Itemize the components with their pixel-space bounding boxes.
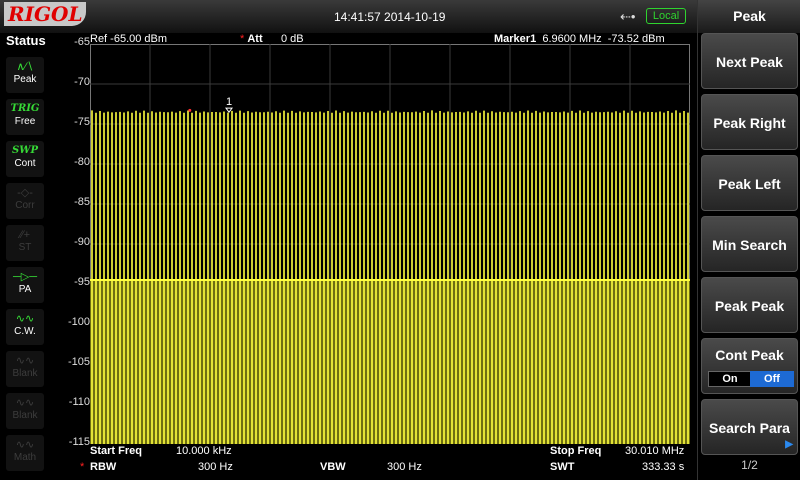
status-trigger[interactable]: TRIG Free — [6, 99, 44, 135]
status-label: PA — [18, 284, 32, 295]
status-label: Corr — [15, 200, 35, 211]
button-label: Peak Peak — [714, 298, 785, 314]
y-tick-label: -110 — [68, 396, 90, 408]
y-tick-label: -105 — [67, 356, 90, 368]
peak-wave-icon: ∧∕∖ — [16, 61, 34, 73]
spectrum-trace: 1 — [90, 44, 690, 444]
y-tick-label: -80 — [74, 156, 90, 168]
y-tick-label: -65 — [74, 36, 90, 48]
status-cw[interactable]: ∿∿ C.W. — [6, 309, 44, 345]
rbw-label: RBW — [90, 461, 117, 473]
remote-status-badge: Local — [646, 8, 686, 24]
trig-text-icon: TRIG — [10, 103, 40, 114]
marker-1-label: 1 — [226, 96, 232, 108]
menu-page-indicator: 1/2 — [741, 458, 758, 472]
math-icon: ∿∿ — [15, 439, 35, 451]
peak-indicator-dot — [188, 108, 192, 112]
cont-peak-off-option[interactable]: Off — [750, 371, 794, 387]
st-icon: ∕∕+ — [19, 229, 31, 241]
status-label: Blank — [12, 410, 38, 421]
rbw-manual-star: * — [80, 461, 85, 473]
brand-text: RIGOL — [8, 2, 83, 26]
status-label: Peak — [13, 74, 37, 85]
peak-peak-button[interactable]: Peak Peak — [701, 277, 798, 333]
vbw-value[interactable]: 300 Hz — [387, 461, 422, 473]
y-tick-label: -100 — [67, 316, 90, 328]
status-peak[interactable]: ∧∕∖ Peak — [6, 57, 44, 93]
peak-right-button[interactable]: Peak Right — [701, 94, 798, 150]
submenu-arrow-icon: ▶ — [785, 439, 793, 450]
peak-left-button[interactable]: Peak Left — [701, 155, 798, 211]
usb-icon: ⇠• — [620, 9, 636, 24]
cw-wave-icon: ∿∿ — [15, 313, 35, 325]
pa-icon: ─▷─ — [12, 271, 38, 283]
y-tick-label: -90 — [74, 236, 90, 248]
y-tick-label: -70 — [74, 76, 90, 88]
y-tick-label: -95 — [74, 276, 90, 288]
top-bar: RIGOL 14:41:57 2014-10-19 ⇠• Local — [0, 0, 697, 33]
cont-peak-on-option[interactable]: On — [708, 371, 752, 387]
button-label: Min Search — [712, 237, 787, 253]
wave-icon: ∿∿ — [15, 355, 35, 367]
stop-freq-label: Stop Freq — [550, 445, 602, 457]
vbw-label: VBW — [320, 461, 346, 473]
status-label: Free — [14, 116, 36, 127]
button-label: Next Peak — [716, 54, 783, 70]
stop-freq-value[interactable]: 30.010 MHz — [625, 445, 684, 457]
status-blank-1[interactable]: ∿∿ Blank — [6, 351, 44, 387]
min-search-button[interactable]: Min Search — [701, 216, 798, 272]
wave-icon: ∿∿ — [15, 397, 35, 409]
cont-peak-button[interactable]: Cont Peak On Off — [701, 338, 798, 394]
datetime: 14:41:57 2014-10-19 — [334, 10, 446, 24]
status-math[interactable]: ∿∿ Math — [6, 435, 44, 471]
next-peak-button[interactable]: Next Peak — [701, 33, 798, 89]
spectrum-display: Ref -65.00 dBm * Att 0 dB Marker1 6.9600… — [50, 33, 697, 448]
status-label: Blank — [12, 368, 38, 379]
swt-value[interactable]: 333.33 s — [642, 461, 684, 473]
marker-1-triangle[interactable] — [225, 107, 233, 113]
status-panel: Status ∧∕∖ Peak TRIG Free SWP Cont -◇- C… — [0, 33, 50, 480]
corr-icon: -◇- — [17, 187, 33, 199]
bottom-info-bar: Start Freq 10.000 kHz Stop Freq 30.010 M… — [50, 443, 697, 480]
status-blank-2[interactable]: ∿∿ Blank — [6, 393, 44, 429]
status-st[interactable]: ∕∕+ ST — [6, 225, 44, 261]
softkey-menu: Peak Next Peak Peak Right Peak Left Min … — [697, 0, 800, 480]
button-label: Peak Left — [718, 176, 781, 192]
status-title: Status — [6, 33, 46, 48]
status-label: Math — [13, 452, 37, 463]
status-pa[interactable]: ─▷─ PA — [6, 267, 44, 303]
status-label: ST — [18, 242, 32, 253]
button-label: Search Para — [709, 420, 790, 436]
status-label: C.W. — [14, 326, 36, 337]
swt-label: SWT — [550, 461, 575, 473]
status-corr[interactable]: -◇- Corr — [6, 183, 44, 219]
rbw-value[interactable]: 300 Hz — [198, 461, 233, 473]
status-label: Cont — [14, 158, 36, 169]
y-tick-label: -85 — [74, 196, 90, 208]
rigol-logo: RIGOL — [4, 2, 86, 26]
y-tick-label: -75 — [74, 116, 90, 128]
search-para-button[interactable]: Search Para ▶ — [701, 399, 798, 455]
swp-text-icon: SWP — [12, 145, 38, 156]
start-freq-value[interactable]: 10.000 kHz — [176, 445, 232, 457]
button-label: Peak Right — [713, 115, 786, 131]
button-label: Cont Peak — [715, 347, 784, 363]
start-freq-label: Start Freq — [90, 445, 142, 457]
menu-title: Peak — [698, 0, 800, 33]
status-sweep[interactable]: SWP Cont — [6, 141, 44, 177]
